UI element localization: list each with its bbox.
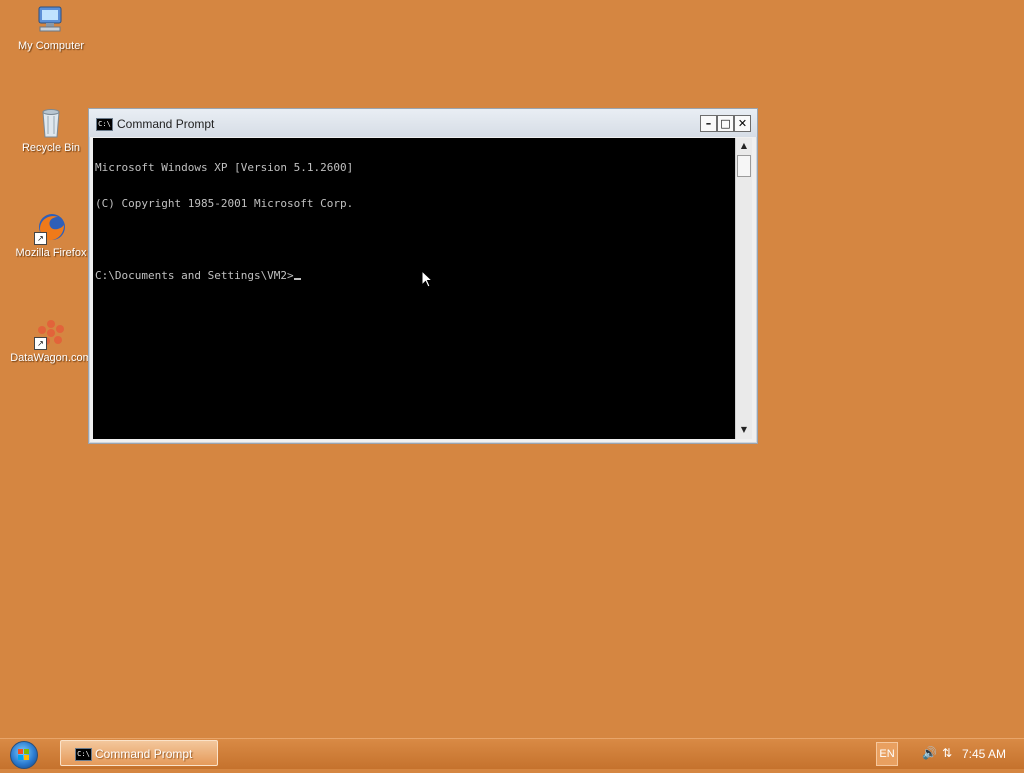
desktop-icon-label: Mozilla Firefox xyxy=(15,247,87,259)
close-button[interactable]: ✕ xyxy=(734,115,751,132)
desktop-icon-my-computer[interactable]: My Computer xyxy=(3,4,99,52)
scroll-thumb[interactable] xyxy=(737,155,751,177)
datawagon-icon: ↗ xyxy=(34,316,68,350)
command-prompt-icon: C:\ xyxy=(96,118,113,131)
console-line: Microsoft Windows XP [Version 5.1.2600] xyxy=(95,161,354,174)
desktop-icon-label: My Computer xyxy=(17,40,85,52)
minimize-button[interactable]: – xyxy=(700,115,717,132)
desktop-icon-recycle-bin[interactable]: Recycle Bin xyxy=(3,106,99,154)
desktop-icon-label: DataWagon.com xyxy=(10,352,92,364)
shortcut-arrow-icon: ↗ xyxy=(34,337,47,350)
command-prompt-icon: C:\ xyxy=(75,748,92,761)
start-button[interactable] xyxy=(10,741,38,769)
desktop-icon-datawagon[interactable]: ↗ DataWagon.com xyxy=(3,316,99,364)
volume-icon[interactable]: 🔊 xyxy=(922,746,937,760)
console-output[interactable]: Microsoft Windows XP [Version 5.1.2600] … xyxy=(93,138,735,439)
taskbar: C:\ Command Prompt EN 🔊 ⇅ 7:45 AM xyxy=(0,738,1024,769)
taskbar-button-label: Command Prompt xyxy=(95,747,193,761)
windows-logo-icon xyxy=(18,749,29,760)
shortcut-arrow-icon: ↗ xyxy=(34,232,47,245)
mouse-pointer-icon xyxy=(421,269,434,288)
scroll-down-arrow-icon[interactable]: ▼ xyxy=(736,422,752,438)
console-line: (C) Copyright 1985-2001 Microsoft Corp. xyxy=(95,197,354,210)
window-titlebar[interactable]: C:\ Command Prompt – □ ✕ xyxy=(89,109,757,137)
text-cursor xyxy=(293,278,301,280)
desktop-icon-firefox[interactable]: ↗ Mozilla Firefox xyxy=(3,211,99,259)
console-prompt-line: C:\Documents and Settings\VM2> xyxy=(95,270,735,282)
desktop-icon-label: Recycle Bin xyxy=(21,142,81,154)
firefox-icon: ↗ xyxy=(34,211,68,245)
scroll-up-arrow-icon[interactable]: ▲ xyxy=(736,138,752,154)
computer-icon xyxy=(34,4,68,38)
console-prompt: C:\Documents and Settings\VM2> xyxy=(95,269,294,282)
language-indicator[interactable]: EN xyxy=(876,742,898,766)
vertical-scrollbar[interactable]: ▲ ▼ xyxy=(735,138,752,439)
taskbar-clock[interactable]: 7:45 AM xyxy=(962,747,1006,761)
maximize-button[interactable]: □ xyxy=(717,115,734,132)
window-title: Command Prompt xyxy=(117,117,215,131)
taskbar-button-command-prompt[interactable]: C:\ Command Prompt xyxy=(60,740,218,766)
network-icon[interactable]: ⇅ xyxy=(940,746,954,760)
recycle-bin-icon xyxy=(34,106,68,140)
